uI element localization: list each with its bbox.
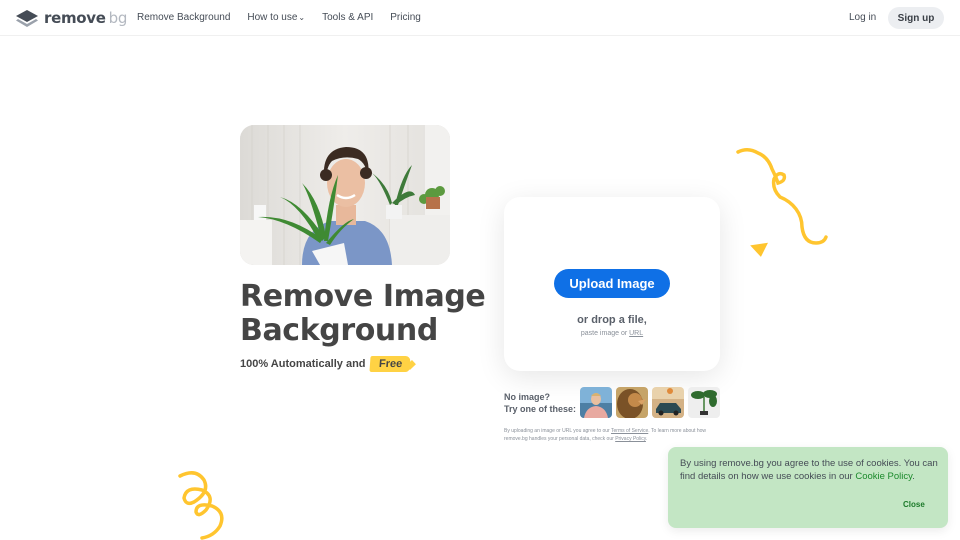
signup-button[interactable]: Sign up — [888, 7, 944, 29]
nav-remove-background[interactable]: Remove Background — [137, 12, 230, 23]
nav-pricing[interactable]: Pricing — [390, 12, 421, 23]
cookie-text-end: . — [912, 470, 915, 482]
url-link[interactable]: URL — [629, 330, 643, 337]
title-line-1: Remove Image — [240, 279, 486, 314]
spiral-decoration-icon — [178, 471, 224, 540]
sample-image-plant[interactable] — [688, 387, 720, 418]
main-nav: Remove Background How to use⌄ Tools & AP… — [137, 12, 421, 23]
sample-image-person[interactable] — [580, 387, 612, 418]
cookie-policy-link[interactable]: Cookie Policy — [855, 471, 912, 482]
paste-text: paste image or URL — [504, 330, 720, 337]
logo[interactable]: remove bg — [16, 9, 127, 27]
sample-images — [580, 387, 720, 418]
privacy-policy-link[interactable]: Privacy Policy — [615, 436, 646, 442]
top-navbar: remove bg Remove Background How to use⌄ T… — [0, 0, 960, 36]
title-line-2: Background — [240, 313, 438, 348]
layers-logo-icon — [16, 9, 38, 27]
sample-image-lion[interactable] — [616, 387, 648, 418]
terms-of-service-link[interactable]: Terms of Service — [611, 428, 648, 434]
upload-image-button[interactable]: Upload Image — [554, 269, 670, 298]
nav-how-to-use-label: How to use — [247, 12, 298, 23]
nav-tools-api[interactable]: Tools & API — [322, 12, 373, 23]
chevron-down-icon: ⌄ — [298, 13, 306, 22]
subtitle-text: 100% Automatically and — [240, 358, 366, 370]
logo-text: remove bg — [44, 9, 128, 27]
squiggle-decoration-icon — [736, 148, 828, 245]
cookie-banner: By using remove.bg you agree to the use … — [668, 447, 948, 528]
terms-notice: By uploading an image or URL you agree t… — [504, 427, 724, 443]
upload-dropzone[interactable]: Upload Image or drop a file, paste image… — [504, 197, 720, 371]
free-badge: Free — [368, 356, 411, 372]
try-these-label: Try one of these: — [504, 404, 577, 414]
no-image-label: No image? — [504, 392, 551, 402]
terms-text-3: . — [645, 436, 648, 442]
terms-text-1: By uploading an image or URL you agree t… — [504, 428, 610, 434]
drop-file-text: or drop a file, — [577, 314, 647, 326]
sample-prompt: No image? Try one of these: — [504, 391, 576, 415]
nav-how-to-use[interactable]: How to use⌄ — [247, 12, 305, 23]
hero-subtitle: 100% Automatically and Free — [240, 356, 411, 372]
paste-label: paste image or — [580, 330, 628, 337]
sample-image-car[interactable] — [652, 387, 684, 418]
cookie-close-button[interactable]: Close — [903, 500, 925, 509]
triangle-decoration-icon — [750, 242, 770, 259]
page-title: Remove Image Background — [240, 280, 500, 348]
login-link[interactable]: Log in — [849, 12, 876, 23]
cookie-message: By using remove.bg you agree to the use … — [680, 458, 940, 483]
hero-image — [240, 125, 450, 265]
hero-photo-illustration — [240, 125, 450, 265]
